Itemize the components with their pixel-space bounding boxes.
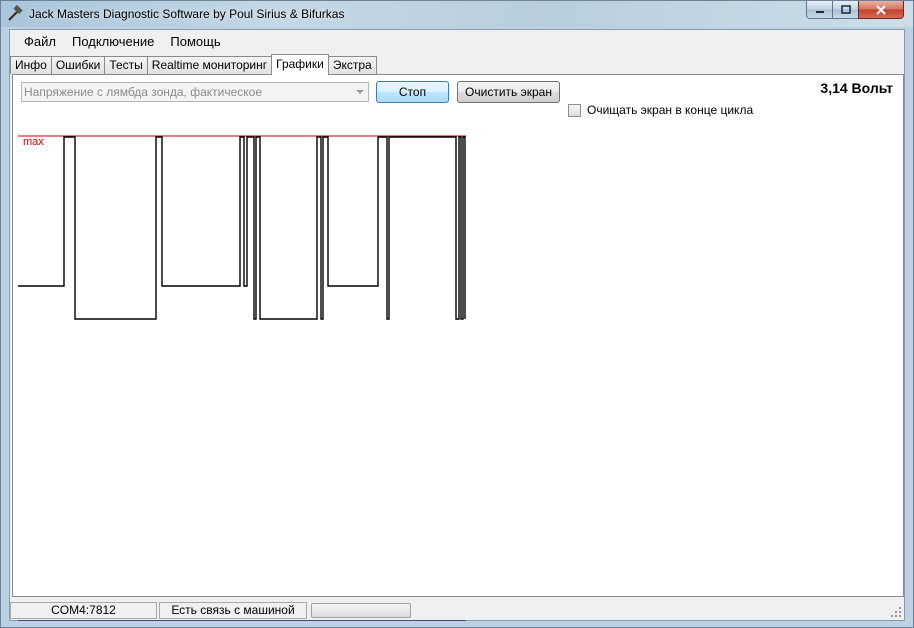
tab-info[interactable]: Инфо bbox=[10, 56, 52, 74]
minimize-button[interactable] bbox=[806, 1, 833, 19]
menu-file[interactable]: Файл bbox=[16, 32, 64, 51]
menu-connection[interactable]: Подключение bbox=[64, 32, 162, 51]
client-area: Файл Подключение Помощь Инфо Ошибки Тест… bbox=[9, 29, 905, 621]
tab-strip: Инфо Ошибки Тесты Realtime мониторинг Гр… bbox=[10, 54, 377, 75]
menu-help[interactable]: Помощь bbox=[162, 32, 228, 51]
progress-bar bbox=[311, 602, 411, 618]
maximize-icon bbox=[840, 5, 851, 14]
tab-errors[interactable]: Ошибки bbox=[50, 56, 106, 74]
clear-screen-button[interactable]: Очистить экран bbox=[457, 81, 560, 103]
status-bar: COM4:7812 Есть связь с машиной bbox=[10, 600, 904, 620]
close-icon bbox=[876, 4, 886, 15]
status-connection: Есть связь с машиной bbox=[159, 601, 307, 619]
graphs-panel: Напряжение с лямбда зонда, фактическое С… bbox=[12, 74, 904, 621]
resize-grip-icon[interactable] bbox=[890, 606, 902, 618]
tab-tests[interactable]: Тесты bbox=[104, 56, 148, 74]
dropdown-arrow-icon bbox=[356, 90, 364, 94]
clear-on-cycle-label: Очищать экран в конце цикла bbox=[587, 103, 754, 117]
status-port: COM4:7812 bbox=[10, 601, 157, 619]
title-bar[interactable]: Jack Masters Diagnostic Software by Poul… bbox=[1, 1, 913, 27]
minimize-icon bbox=[815, 10, 824, 13]
stop-button[interactable]: Стоп bbox=[376, 81, 449, 103]
tab-extra[interactable]: Экстра bbox=[327, 56, 377, 74]
close-button[interactable] bbox=[858, 1, 904, 19]
app-hammer-icon bbox=[8, 5, 23, 21]
tab-realtime-monitoring[interactable]: Realtime мониторинг bbox=[146, 56, 273, 74]
window-title: Jack Masters Diagnostic Software by Poul… bbox=[29, 7, 345, 21]
clear-on-cycle-checkbox[interactable] bbox=[568, 103, 581, 117]
signal-graph bbox=[18, 135, 466, 621]
max-label: max bbox=[23, 136, 44, 148]
parameter-select-value: Напряжение с лямбда зонда, фактическое bbox=[24, 85, 263, 99]
maximize-button[interactable] bbox=[832, 1, 859, 19]
parameter-select[interactable]: Напряжение с лямбда зонда, фактическое bbox=[21, 82, 369, 102]
app-window: Jack Masters Diagnostic Software by Poul… bbox=[0, 0, 914, 628]
clear-on-cycle-option[interactable]: Очищать экран в конце цикла bbox=[568, 103, 753, 117]
menu-bar: Файл Подключение Помощь bbox=[10, 30, 904, 53]
tab-graphs[interactable]: Графики bbox=[271, 54, 329, 75]
signal-trace bbox=[18, 136, 466, 320]
voltage-readout: 3,14 Вольт bbox=[820, 80, 893, 96]
